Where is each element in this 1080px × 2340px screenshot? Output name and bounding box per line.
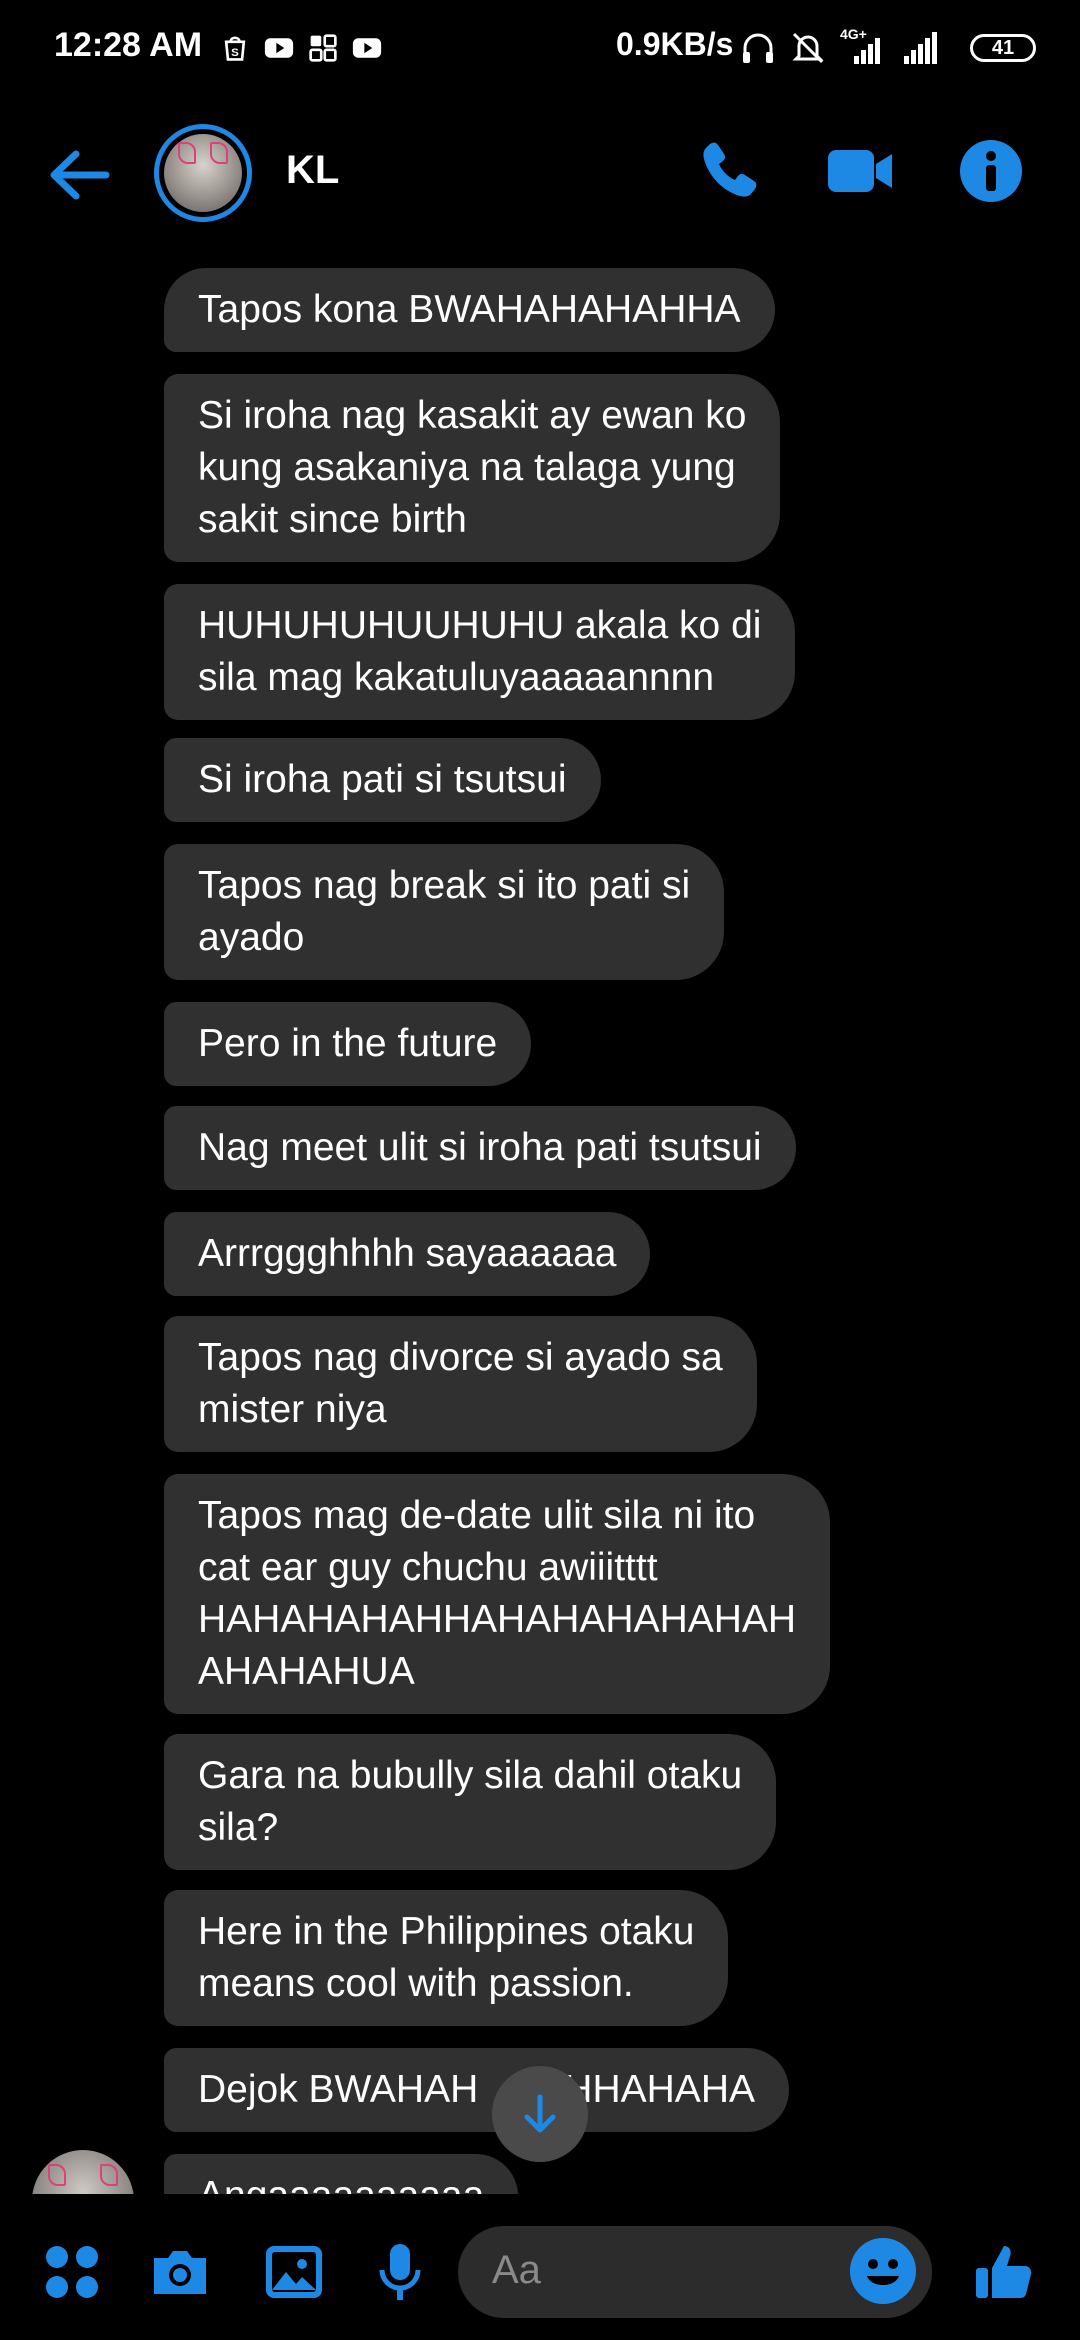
message-text: Here in the Philippines otaku (198, 1910, 695, 1953)
svg-text:S: S (231, 47, 239, 59)
system-icons: 4G+ (740, 26, 940, 70)
message-text: Tapos nag divorce si ayado sa (198, 1336, 723, 1379)
cat-ear-left (178, 142, 196, 164)
message-text: means cool with passion. (198, 1962, 634, 2005)
signal-icon: 4G+ (840, 26, 886, 66)
message-list[interactable]: Tapos kona BWAHAHAHAHHA Si iroha nag kas… (0, 262, 1080, 2194)
arrow-left-icon[interactable] (44, 140, 114, 210)
contact-name[interactable]: KL (286, 148, 339, 193)
status-bar: 12:28 AM S 0.9KB/s 4G+ 41 (0, 0, 1080, 100)
contact-avatar[interactable] (154, 124, 252, 222)
message-text: Angaaaaaaaaaa (198, 2170, 484, 2194)
message-text: mister niya (198, 1388, 387, 1431)
microphone-icon[interactable] (368, 2240, 432, 2304)
cat-ear-left (48, 2164, 66, 2186)
info-icon[interactable] (956, 136, 1026, 206)
youtube-icon (352, 38, 382, 58)
message-bubble[interactable]: Pero in the future (164, 1002, 532, 1086)
message-text: HAHAHAHAHHAHAHAHAHAHAH (198, 1598, 797, 1641)
avatar[interactable] (32, 2150, 134, 2194)
message-bubble[interactable]: Tapos kona BWAHAHAHAHHA (164, 268, 775, 352)
shopee-icon: S (224, 36, 246, 61)
message-text: sila mag kakatuluyaaaaannnn (198, 656, 715, 699)
gallery-icon[interactable] (262, 2240, 326, 2304)
message-input[interactable]: Aa (458, 2226, 932, 2318)
arrow-down-icon (524, 2094, 556, 2133)
message-bubble[interactable]: Tapos nag divorce si ayado sa mister niy… (164, 1316, 757, 1452)
message-text: AHAHAHUA (198, 1650, 415, 1693)
message-composer: Aa (0, 2200, 1080, 2340)
message-text: Tapos mag de-date ulit sila ni ito (198, 1494, 756, 1537)
message-text: Dejok BWAHAH (198, 2068, 479, 2111)
message-text: Gara na bubully sila dahil otaku (198, 1754, 743, 1797)
avatar (164, 134, 242, 212)
notification-icons: S (218, 28, 384, 68)
battery-indicator: 41 (970, 34, 1036, 62)
message-text: Pero in the future (198, 1022, 498, 1065)
input-placeholder: Aa (492, 2248, 541, 2292)
message-text: Si iroha nag kasakit ay ewan ko (198, 394, 747, 437)
message-text: cat ear guy chuchu awiiitttt (198, 1546, 658, 1589)
phone-icon[interactable] (694, 136, 764, 206)
message-text: Arrrggghhhh sayaaaaaa (198, 1232, 617, 1275)
message-bubble[interactable]: Angaaaaaaaaaa (164, 2154, 519, 2194)
status-time: 12:28 AM (54, 26, 203, 64)
message-text: ayado (198, 916, 305, 959)
message-bubble[interactable]: Tapos nag break si ito pati si ayado (164, 844, 725, 980)
message-text: kung asakaniya na talaga yung (198, 446, 736, 489)
message-bubble[interactable]: Si iroha nag kasakit ay ewan ko kung asa… (164, 374, 781, 562)
cat-ear-right (210, 142, 228, 164)
message-text: Si iroha pati si tsutsui (198, 758, 567, 801)
signal-icon (904, 32, 937, 64)
message-bubble[interactable]: Tapos mag de-date ulit sila ni ito cat e… (164, 1474, 831, 1714)
message-bubble[interactable]: Gara na bubully sila dahil otaku sila? (164, 1734, 777, 1870)
message-text: HUHUHUHUUHUHU akala ko di (198, 604, 762, 647)
youtube-icon (264, 38, 294, 58)
message-text: Tapos nag break si ito pati si (198, 864, 691, 907)
menu-dots-icon[interactable] (40, 2240, 104, 2304)
emoji-icon[interactable] (850, 2238, 916, 2304)
apps-icon (309, 34, 337, 62)
message-text: Nag meet ulit si iroha pati tsutsui (198, 1126, 762, 1169)
mute-icon (792, 32, 824, 64)
message-bubble[interactable]: Nag meet ulit si iroha pati tsutsui (164, 1106, 796, 1190)
network-speed: 0.9KB/s (616, 26, 734, 62)
message-bubble[interactable]: Dejok BWAHAH AHHAHAHA (164, 2048, 789, 2132)
message-bubble[interactable]: HUHUHUHUUHUHU akala ko di sila mag kakat… (164, 584, 796, 720)
headphones-icon (743, 33, 773, 63)
message-bubble[interactable]: Si iroha pati si tsutsui (164, 738, 601, 822)
message-text: sila? (198, 1806, 279, 1849)
cat-ear-right (100, 2164, 118, 2186)
message-text: Tapos kona BWAHAHAHAHHA (198, 288, 741, 331)
message-bubble[interactable]: Here in the Philippines otaku means cool… (164, 1890, 729, 2026)
chat-header: KL (0, 110, 1080, 240)
message-text: sakit since birth (198, 498, 467, 541)
scroll-to-bottom-button[interactable] (492, 2066, 588, 2162)
camera-icon[interactable] (148, 2240, 212, 2304)
message-bubble[interactable]: Arrrggghhhh sayaaaaaa (164, 1212, 651, 1296)
like-icon[interactable] (972, 2240, 1036, 2304)
video-camera-icon[interactable] (826, 136, 896, 206)
